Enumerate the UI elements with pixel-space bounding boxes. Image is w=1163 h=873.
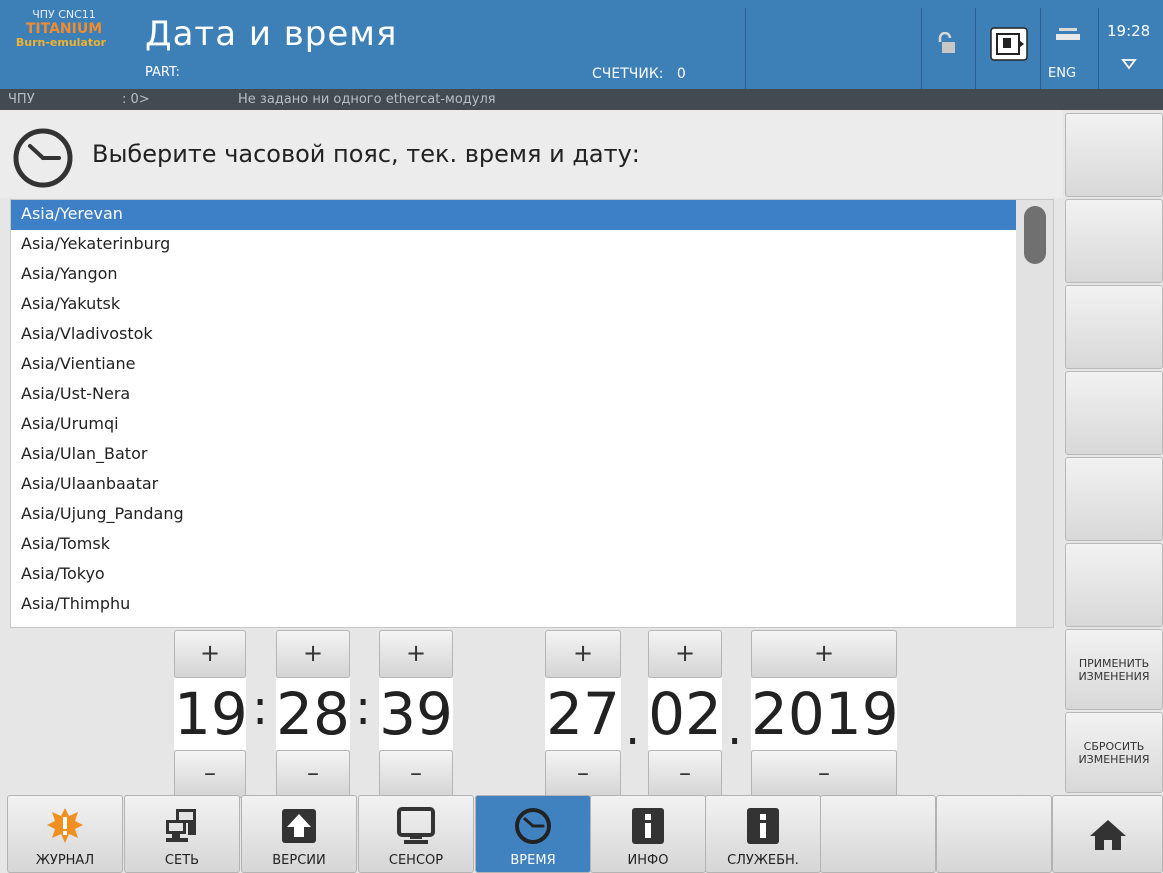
nav-info-label: ИНФО <box>627 853 669 868</box>
side-button-1[interactable] <box>1065 113 1163 197</box>
timezone-item[interactable]: Asia/Yangon <box>11 260 1016 290</box>
apply-changes-label: ПРИМЕНИТЬ ИЗМЕНЕНИЯ <box>1078 656 1150 683</box>
brand-line-emulator: Burn-emulator <box>15 36 107 49</box>
timezone-item[interactable]: Asia/Ulan_Bator <box>11 440 1016 470</box>
time-separator: : <box>252 680 269 736</box>
nav-home-button[interactable] <box>1052 795 1163 873</box>
hours-increment-button[interactable]: + <box>174 630 246 678</box>
seconds-decrement-button[interactable]: – <box>379 750 453 798</box>
apply-changes-button[interactable]: ПРИМЕНИТЬ ИЗМЕНЕНИЯ <box>1065 629 1163 710</box>
brand-line-cnc: ЧПУ CNC11 <box>32 8 96 21</box>
date-separator: . <box>727 700 743 756</box>
nav-sensor-button[interactable]: СЕНСОР <box>358 795 474 873</box>
month-decrement-button[interactable]: – <box>648 750 722 798</box>
part-label: PART: <box>145 65 180 80</box>
timezone-scrollbar[interactable] <box>1016 200 1053 627</box>
status-mode: ЧПУ <box>8 92 35 107</box>
day-value: 27 <box>545 678 621 750</box>
clock-icon <box>13 128 73 188</box>
nav-sensor-label: СЕНСОР <box>388 853 444 868</box>
nav-journal-button[interactable]: ЖУРНАЛ <box>7 795 123 873</box>
day-decrement-button[interactable]: – <box>545 750 621 798</box>
status-message: Не задано ни одного ethercat-модуля <box>238 92 496 107</box>
nav-service-button[interactable]: СЛУЖЕБН. <box>705 795 821 873</box>
header-status-cell <box>745 8 921 89</box>
lock-icon[interactable] <box>935 32 955 54</box>
monitor-icon[interactable] <box>989 26 1029 62</box>
scrollbar-thumb[interactable] <box>1024 206 1046 264</box>
journal-alert-icon <box>47 808 83 843</box>
timezone-item[interactable]: Asia/Ujung_Pandang <box>11 500 1016 530</box>
hours-decrement-button[interactable]: – <box>174 750 246 798</box>
timezone-item[interactable]: Asia/Urumqi <box>11 410 1016 440</box>
timezone-item[interactable]: Asia/Thimphu <box>11 590 1016 620</box>
year-value: 2019 <box>751 678 899 750</box>
reset-changes-button[interactable]: СБРОСИТЬ ИЗМЕНЕНИЯ <box>1065 712 1163 793</box>
timezone-item[interactable]: Asia/Tomsk <box>11 530 1016 560</box>
header-bar: ЧПУ CNC11 TITANIUM Burn-emulator Дата и … <box>0 0 1163 89</box>
date-separator: . <box>625 700 641 756</box>
instruction-text: Выберите часовой пояс, тек. время и дату… <box>92 140 640 168</box>
nav-info-button[interactable]: ИНФО <box>590 795 706 873</box>
status-channel: : 0> <box>122 92 150 107</box>
nav-empty-button-2[interactable] <box>936 795 1052 873</box>
side-button-4[interactable] <box>1065 371 1163 455</box>
year-decrement-button[interactable]: – <box>751 750 897 798</box>
seconds-increment-button[interactable]: + <box>379 630 453 678</box>
seconds-value: 39 <box>379 678 453 750</box>
upload-arrow-icon <box>282 809 316 843</box>
timezone-item[interactable]: Asia/Ust-Nera <box>11 380 1016 410</box>
home-icon <box>1089 820 1126 850</box>
counter-value: 0 <box>676 66 686 82</box>
page-title: Дата и время <box>145 14 398 54</box>
timezone-item[interactable]: Asia/Vientiane <box>11 350 1016 380</box>
nav-time-label: ВРЕМЯ <box>510 853 556 868</box>
side-button-5[interactable] <box>1065 457 1163 541</box>
timezone-list[interactable]: Asia/Yerevan Asia/Yekaterinburg Asia/Yan… <box>10 199 1054 628</box>
timezone-item[interactable]: Asia/Ulaanbaatar <box>11 470 1016 500</box>
side-button-2[interactable] <box>1065 199 1163 283</box>
timezone-item-selected[interactable]: Asia/Yerevan <box>11 200 1016 230</box>
language-indicator[interactable]: ENG <box>1048 66 1076 81</box>
side-button-3[interactable] <box>1065 285 1163 369</box>
info-icon <box>747 808 779 844</box>
day-increment-button[interactable]: + <box>545 630 621 678</box>
clock-cell[interactable] <box>1098 8 1163 89</box>
nav-network-label: СЕТЬ <box>164 853 200 868</box>
status-bar: ЧПУ : 0> Не задано ни одного ethercat-мо… <box>0 89 1163 110</box>
counter-display: СЧЕТЧИК: 0 <box>592 66 686 82</box>
timezone-item[interactable]: Asia/Vladivostok <box>11 320 1016 350</box>
network-icon <box>166 809 196 842</box>
counter-label: СЧЕТЧИК: <box>592 66 664 82</box>
nav-service-label: СЛУЖЕБН. <box>727 853 799 868</box>
timezone-item[interactable]: Asia/Tokyo <box>11 560 1016 590</box>
clock-icon <box>515 808 551 844</box>
side-button-6[interactable] <box>1065 543 1163 627</box>
info-icon <box>632 808 664 844</box>
nav-versions-label: ВЕРСИИ <box>272 853 326 868</box>
nav-network-button[interactable]: СЕТЬ <box>124 795 240 873</box>
keyboard-icon[interactable] <box>1055 26 1081 42</box>
brand-logo: ЧПУ CNC11 TITANIUM Burn-emulator <box>10 8 118 50</box>
minutes-decrement-button[interactable]: – <box>276 750 350 798</box>
brand-line-titanium: TITANIUM <box>25 21 103 37</box>
month-increment-button[interactable]: + <box>648 630 722 678</box>
year-increment-button[interactable]: + <box>751 630 897 678</box>
minutes-increment-button[interactable]: + <box>276 630 350 678</box>
instruction-heading: Выберите часовой пояс, тек. время и дату… <box>0 110 1063 198</box>
dropdown-triangle-icon[interactable] <box>1121 58 1137 70</box>
hours-value: 19 <box>174 678 248 750</box>
timezone-item[interactable]: Asia/Yekaterinburg <box>11 230 1016 260</box>
monitor-screen-icon <box>397 807 435 844</box>
timezone-item[interactable]: Asia/Yakutsk <box>11 290 1016 320</box>
month-value: 02 <box>648 678 722 750</box>
nav-journal-label: ЖУРНАЛ <box>35 853 95 868</box>
minutes-value: 28 <box>276 678 350 750</box>
nav-empty-button-1[interactable] <box>820 795 936 873</box>
nav-versions-button[interactable]: ВЕРСИИ <box>241 795 357 873</box>
nav-time-button[interactable]: ВРЕМЯ <box>475 795 591 873</box>
time-separator: : <box>355 680 372 736</box>
header-clock: 19:28 <box>1107 22 1151 40</box>
reset-changes-label: СБРОСИТЬ ИЗМЕНЕНИЯ <box>1078 739 1150 766</box>
